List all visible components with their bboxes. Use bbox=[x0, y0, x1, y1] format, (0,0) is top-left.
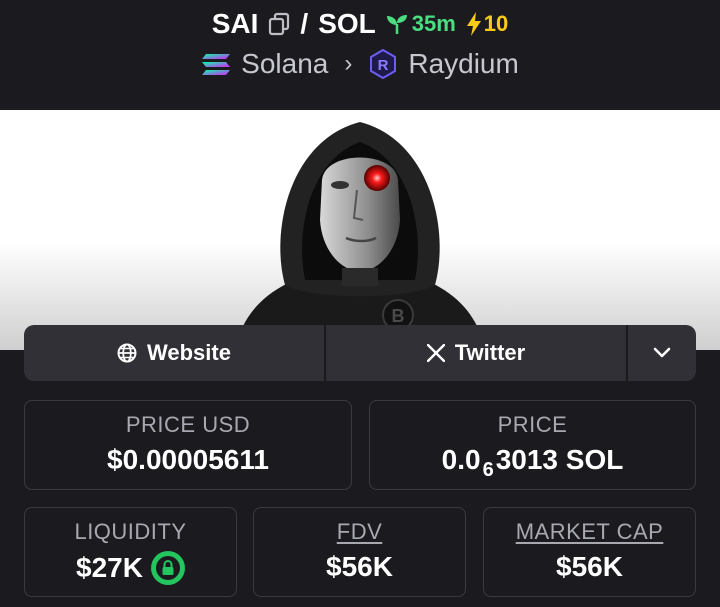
website-label: Website bbox=[147, 340, 231, 365]
pair-header: SAI / SOL 35m 10 Solana › R Raydium bbox=[0, 0, 720, 110]
fdv-label[interactable]: FDV bbox=[254, 519, 465, 545]
liquidity-value-row: $27K bbox=[25, 551, 236, 585]
more-links-button[interactable] bbox=[628, 325, 696, 381]
price-usd-card: PRICE USD $0.00005611 bbox=[24, 400, 352, 490]
pair-separator: / bbox=[300, 8, 309, 39]
bolt-icon bbox=[466, 12, 481, 36]
price-native-prefix: 0.0 bbox=[441, 444, 481, 475]
hooded-cyborg-image: B bbox=[235, 122, 485, 350]
chain-breadcrumb: Solana › R Raydium bbox=[0, 48, 720, 80]
market-cap-card: MARKET CAP $56K bbox=[483, 507, 696, 597]
dex-name[interactable]: Raydium bbox=[408, 48, 518, 80]
liquidity-value: $27K bbox=[76, 552, 143, 583]
fdv-card: FDV $56K bbox=[253, 507, 466, 597]
pair-age-value: 35m bbox=[411, 11, 456, 36]
liquidity-label: LIQUIDITY bbox=[74, 519, 187, 544]
market-cap-value: $56K bbox=[556, 551, 623, 582]
pair-title: SAI / SOL 35m 10 bbox=[0, 8, 720, 40]
x-icon bbox=[426, 344, 445, 362]
price-usd-value: $0.00005611 bbox=[107, 444, 269, 475]
sprout-icon bbox=[386, 15, 407, 34]
boost-value: 10 bbox=[483, 11, 509, 36]
chevron-down-icon bbox=[653, 347, 671, 358]
price-native-zero-count: 6 bbox=[482, 458, 494, 481]
raydium-icon: R bbox=[370, 49, 397, 79]
base-symbol: SAI bbox=[211, 8, 259, 39]
price-native-card: PRICE 0.0 6 3013 SOL bbox=[369, 400, 696, 490]
solana-icon bbox=[202, 54, 231, 75]
token-banner: B bbox=[0, 110, 720, 350]
globe-icon bbox=[117, 343, 137, 363]
fdv-value: $56K bbox=[326, 551, 393, 582]
boost-count[interactable]: 10 bbox=[466, 11, 508, 37]
price-native-suffix: 3013 SOL bbox=[495, 444, 624, 475]
lock-icon[interactable] bbox=[150, 551, 185, 585]
svg-text:B: B bbox=[392, 306, 405, 326]
links-bar: Website Twitter bbox=[24, 325, 696, 381]
pair-age: 35m bbox=[386, 11, 456, 37]
price-native-label: PRICE bbox=[497, 412, 568, 437]
svg-text:R: R bbox=[378, 57, 389, 74]
twitter-label: Twitter bbox=[454, 340, 526, 365]
liquidity-card: LIQUIDITY $27K bbox=[24, 507, 237, 597]
copy-icon[interactable] bbox=[268, 12, 290, 36]
price-native-value: 0.0 6 3013 SOL bbox=[370, 444, 695, 481]
chain-name[interactable]: Solana bbox=[241, 48, 328, 80]
market-cap-label[interactable]: MARKET CAP bbox=[484, 519, 695, 545]
twitter-button[interactable]: Twitter bbox=[326, 325, 628, 381]
quote-symbol: SOL bbox=[318, 8, 376, 39]
website-button[interactable]: Website bbox=[24, 325, 326, 381]
price-usd-label: PRICE USD bbox=[125, 412, 251, 437]
chevron-right-icon: › bbox=[344, 50, 353, 77]
